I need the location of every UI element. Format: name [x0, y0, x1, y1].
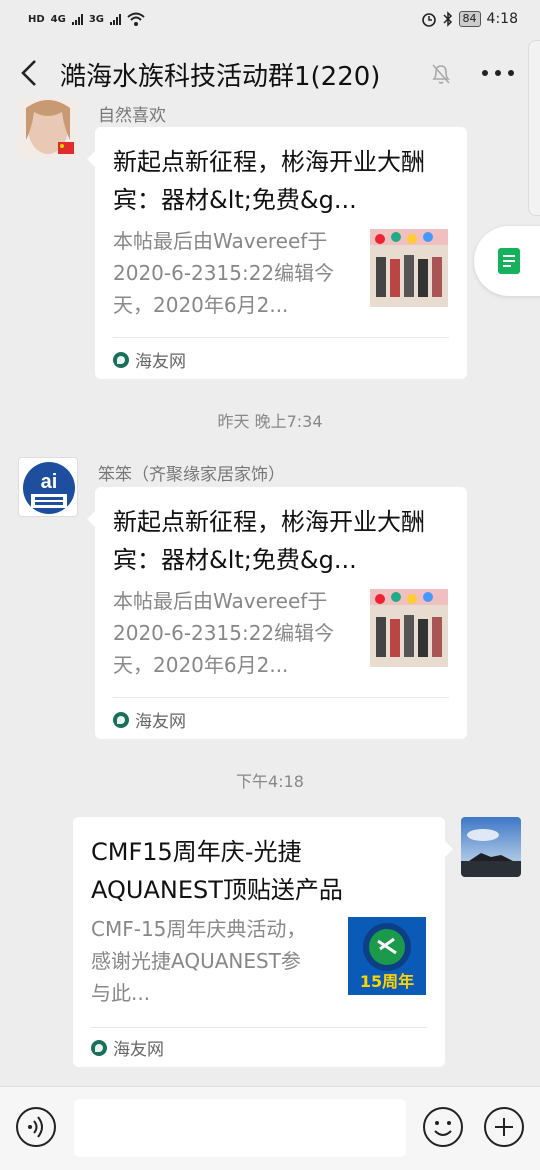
- link-card[interactable]: 新起点新征程，彬海开业大酬宾：器材&lt;免费&g... 本帖最后由Wavere…: [87, 127, 467, 379]
- more-dots-icon[interactable]: [482, 70, 514, 78]
- battery-indicator: 84: [458, 11, 481, 27]
- mute-bell-icon: [432, 64, 450, 84]
- side-panel-edge[interactable]: [528, 40, 540, 216]
- card-source: 海友网: [113, 347, 186, 372]
- haiyou-logo-icon: [91, 1039, 107, 1056]
- link-card[interactable]: 新起点新征程，彬海开业大酬宾：器材&lt;免费&g... 本帖最后由Wavere…: [87, 487, 467, 739]
- floating-doc-widget[interactable]: [474, 226, 540, 296]
- avatar[interactable]: [18, 98, 78, 158]
- document-icon: [498, 248, 520, 274]
- card-source: 海友网: [91, 1035, 164, 1060]
- input-bar: [0, 1086, 540, 1170]
- bubble-tail: [87, 151, 95, 167]
- bubble-tail: [445, 841, 453, 857]
- card-source: 海友网: [113, 707, 186, 732]
- status-bar: HD 4G 3G 84 4:18: [0, 0, 540, 38]
- avatar[interactable]: ai: [18, 457, 78, 517]
- link-card[interactable]: CMF15周年庆-光捷AQUANEST顶贴送产品 CMF-15周年庆典活动，感谢…: [73, 817, 453, 1067]
- bubble-tail: [87, 511, 95, 527]
- card-thumbnail: 15周年: [348, 917, 426, 995]
- card-title: 新起点新征程，彬海开业大酬宾：器材&lt;免费&g...: [113, 508, 425, 574]
- voice-icon[interactable]: [16, 1107, 56, 1147]
- signal-icon: [71, 13, 83, 25]
- svg-text:ai: ai: [41, 471, 58, 493]
- wifi-icon: [127, 12, 145, 26]
- card-description: 本帖最后由Wavereef于2020-6-2315:22编辑今天，2020年6月…: [113, 589, 335, 677]
- back-arrow-icon[interactable]: [18, 58, 40, 88]
- card-description: CMF-15周年庆典活动，感谢光捷AQUANEST参与此...: [91, 917, 307, 1005]
- network-4g: 4G: [50, 13, 66, 25]
- card-thumbnail: [370, 229, 448, 307]
- plus-icon[interactable]: [484, 1107, 524, 1147]
- sender-name: 笨笨（齐聚缘家居家饰）: [98, 465, 285, 485]
- source-name: 海友网: [135, 352, 186, 372]
- chat-title: 澔海水族科技活动群1(220): [60, 62, 381, 92]
- haiyou-logo-icon: [113, 711, 129, 728]
- alarm-icon: [421, 13, 436, 27]
- clock: 4:18: [486, 11, 518, 27]
- card-separator: [113, 697, 449, 698]
- card-title: CMF15周年庆-光捷AQUANEST顶贴送产品: [91, 838, 343, 904]
- bluetooth-icon: [443, 11, 452, 27]
- card-description: 本帖最后由Wavereef于2020-6-2315:22编辑今天，2020年6月…: [113, 229, 335, 317]
- card-separator: [91, 1027, 427, 1028]
- status-left: HD 4G 3G: [28, 12, 145, 26]
- card-title: 新起点新征程，彬海开业大酬宾：器材&lt;免费&g...: [113, 148, 425, 214]
- message-input[interactable]: [74, 1099, 406, 1157]
- sender-name: 自然喜欢: [98, 106, 166, 126]
- source-name: 海友网: [135, 712, 186, 732]
- thumb-text: 15周年: [360, 972, 414, 991]
- card-separator: [113, 337, 449, 338]
- emoji-icon[interactable]: [423, 1107, 463, 1147]
- network-3g: 3G: [88, 13, 105, 25]
- chat-header: 澔海水族科技活动群1(220): [0, 38, 540, 110]
- hd-label: HD: [28, 13, 45, 25]
- source-name: 海友网: [113, 1040, 164, 1060]
- avatar[interactable]: [461, 817, 521, 877]
- status-right: 84 4:18: [421, 11, 518, 27]
- timestamp: 下午4:18: [236, 772, 304, 791]
- timestamp: 昨天 晚上7:34: [217, 412, 323, 431]
- signal-icon-2: [110, 13, 122, 25]
- card-thumbnail: [370, 589, 448, 667]
- haiyou-logo-icon: [113, 351, 129, 368]
